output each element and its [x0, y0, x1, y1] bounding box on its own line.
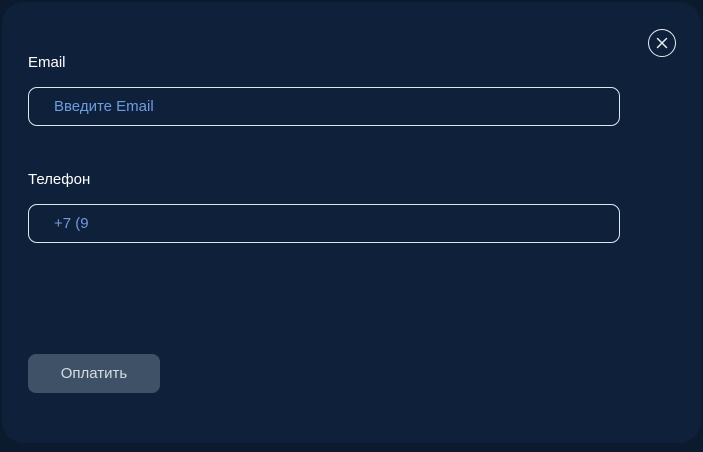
email-field[interactable] — [29, 88, 619, 125]
close-button[interactable] — [648, 29, 676, 57]
pay-button[interactable]: Оплатить — [28, 354, 160, 393]
email-field-wrapper — [28, 87, 620, 126]
payment-modal: Email Телефон Оплатить — [2, 2, 701, 443]
phone-field[interactable] — [29, 205, 619, 242]
phone-field-wrapper — [28, 204, 620, 243]
phone-label: Телефон — [28, 171, 91, 188]
close-icon — [656, 37, 668, 49]
email-label: Email — [28, 54, 66, 71]
